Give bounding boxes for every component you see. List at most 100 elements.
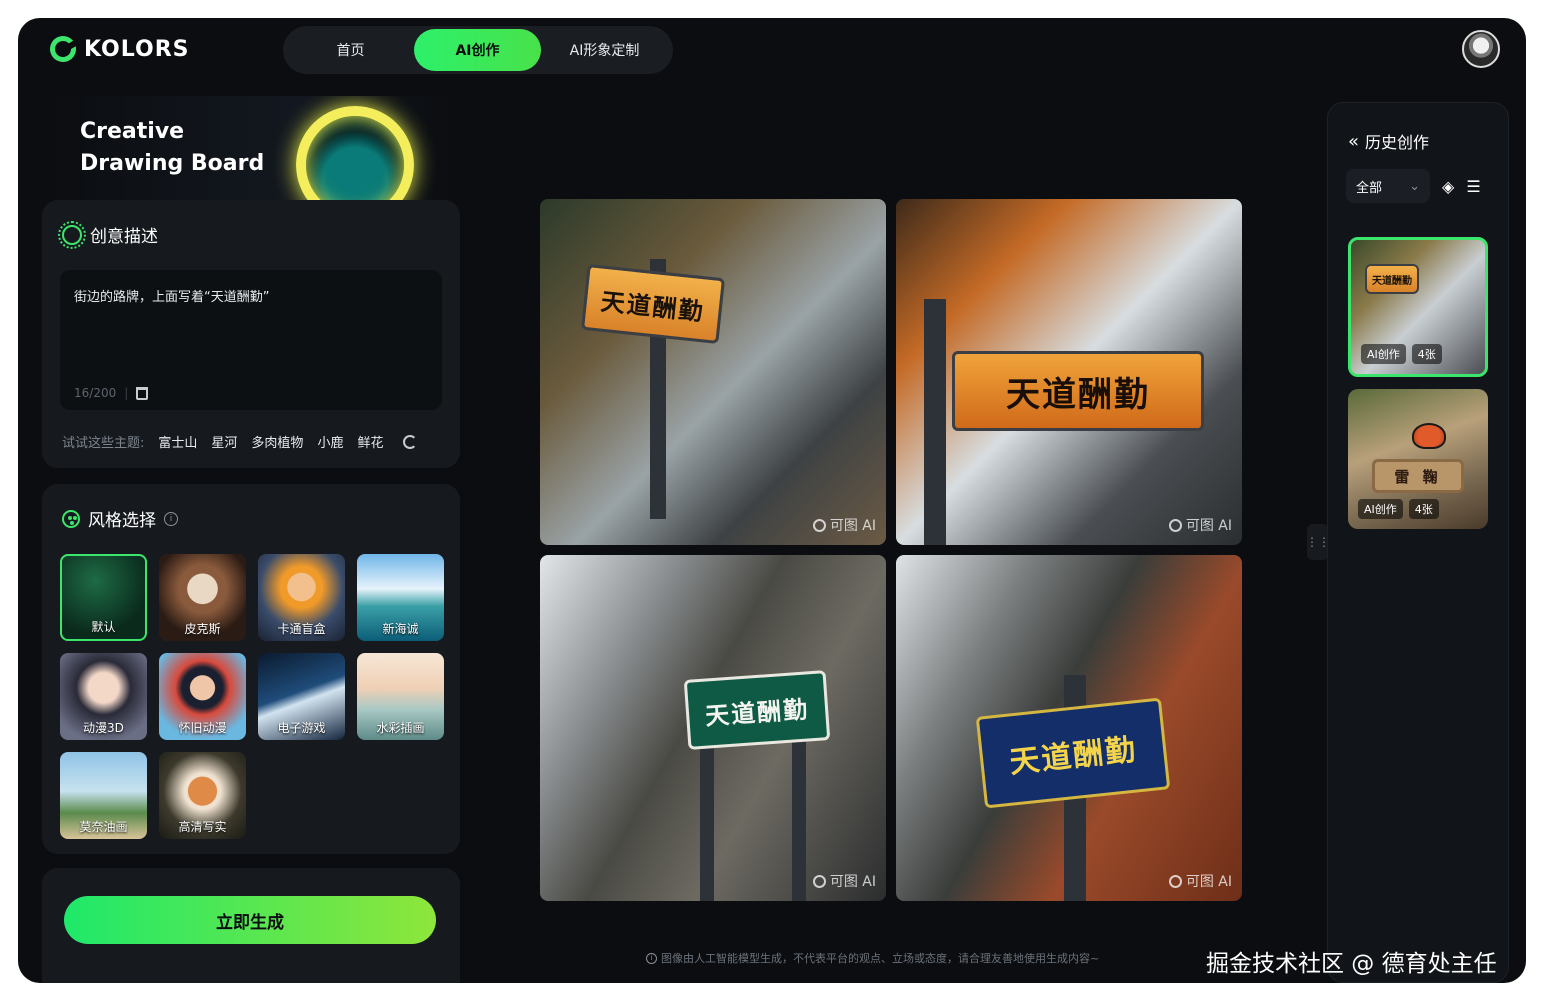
sign-post: [924, 299, 946, 545]
topic-galaxy[interactable]: 星河: [211, 432, 237, 451]
refresh-icon[interactable]: [403, 434, 418, 449]
style-monet[interactable]: 莫奈油画: [60, 752, 147, 839]
history-title: 历史创作: [1365, 133, 1430, 152]
history-item-count: 4张: [1408, 499, 1439, 519]
kolors-logo-icon: [45, 31, 81, 67]
generate-panel: 立即生成: [42, 868, 460, 983]
history-item-type: AI创作: [1358, 499, 1403, 519]
generate-button[interactable]: 立即生成: [64, 896, 436, 944]
list-icon[interactable]: ☰: [1466, 177, 1480, 196]
style-card-header: 风格选择 i: [62, 506, 178, 531]
prompt-text: 街边的路牌，上面写着“天道酬勤”: [74, 290, 270, 305]
history-view-toggles: ◈ ☰: [1442, 177, 1481, 196]
prompt-counter: 16/200 |: [74, 386, 149, 400]
history-thumb-sign: 雷 鞠: [1372, 459, 1464, 493]
style-card-title: 风格选择: [88, 511, 156, 531]
style-photoreal[interactable]: 高清写实: [159, 752, 246, 839]
watermark-text: 可图 AI: [1185, 874, 1232, 890]
style-pixar[interactable]: 皮克斯: [159, 554, 246, 641]
style-blindbox[interactable]: 卡通盲盒: [258, 554, 345, 641]
palette-icon: [62, 509, 80, 528]
style-label: 皮克斯: [184, 622, 221, 636]
char-count: 16/200: [74, 386, 117, 400]
disclaimer: i 图像由人工智能模型生成，不代表平台的观点、立场或态度，请合理友善地使用生成内…: [646, 950, 1099, 966]
watermark: 可图 AI: [1168, 515, 1232, 535]
street-sign: 天道酬勤: [952, 351, 1204, 431]
watermark: 可图 AI: [812, 515, 876, 535]
style-label: 电子游戏: [277, 721, 326, 735]
style-label: 默认: [91, 620, 116, 634]
tab-home[interactable]: 首页: [287, 29, 414, 71]
top-nav: 首页 AI创作 AI形象定制: [283, 26, 673, 74]
trash-icon[interactable]: [136, 386, 149, 400]
creative-board-banner: Creative Drawing Board: [42, 96, 462, 206]
result-image-2[interactable]: 天道酬勤 可图 AI: [896, 199, 1242, 545]
watermark-logo-icon: [812, 874, 826, 888]
ring-graphic: [296, 106, 414, 206]
style-grid: 默认 皮克斯 卡通盲盒 新海诚 动漫3D 怀旧动漫 电子游戏 水彩插画 莫奈油画…: [60, 554, 444, 839]
tab-ai-create[interactable]: AI创作: [414, 29, 541, 71]
sign-post: [700, 725, 714, 901]
history-filter-select[interactable]: 全部 ⌄: [1346, 169, 1430, 203]
user-avatar[interactable]: [1462, 30, 1500, 68]
history-item-tags: AI创作 4张: [1361, 344, 1442, 364]
layers-icon[interactable]: ◈: [1442, 177, 1454, 196]
watermark: 可图 AI: [1168, 871, 1232, 891]
history-header[interactable]: « 历史创作: [1348, 129, 1429, 153]
prompt-input[interactable]: 街边的路牌，上面写着“天道酬勤” 16/200 |: [60, 270, 442, 410]
brand-logo[interactable]: KOLORS: [45, 31, 190, 67]
collapse-chevrons-icon[interactable]: «: [1348, 131, 1359, 152]
prompt-card: 创意描述 街边的路牌，上面写着“天道酬勤” 16/200 | 试试这些主题: 富…: [42, 200, 460, 468]
style-videogame[interactable]: 电子游戏: [258, 653, 345, 740]
info-icon[interactable]: i: [164, 511, 178, 526]
sun-icon: [58, 220, 86, 249]
watermark: 可图 AI: [812, 871, 876, 891]
topic-fawn[interactable]: 小鹿: [317, 432, 343, 451]
topics-label: 试试这些主题:: [62, 436, 145, 451]
history-item-type: AI创作: [1361, 344, 1406, 364]
watermark-logo-icon: [1168, 874, 1182, 888]
style-label: 莫奈油画: [79, 820, 128, 834]
style-anime3d[interactable]: 动漫3D: [60, 653, 147, 740]
history-thumb-sign: 天道酬勤: [1365, 264, 1419, 294]
street-sign: 天道酬勤: [975, 697, 1171, 809]
history-panel: « 历史创作 全部 ⌄ ◈ ☰ 天道酬勤 AI创作 4张 雷 鞠 AI创作 4张: [1327, 102, 1509, 983]
panel-resize-handle[interactable]: ⋮⋮: [1306, 524, 1330, 560]
result-image-1[interactable]: 天道酬勤 可图 AI: [540, 199, 886, 545]
watermark-text: 可图 AI: [829, 874, 876, 890]
style-shinkai[interactable]: 新海诚: [357, 554, 444, 641]
result-image-4[interactable]: 天道酬勤 可图 AI: [896, 555, 1242, 901]
history-item-count: 4张: [1411, 344, 1442, 364]
site-watermark: 掘金技术社区 @ 德育处主任: [1206, 951, 1497, 977]
prompt-card-title: 创意描述: [90, 227, 158, 247]
style-label: 新海诚: [382, 622, 419, 636]
watermark-logo-icon: [1168, 518, 1182, 532]
topic-flowers[interactable]: 鲜花: [357, 432, 383, 451]
topic-succulent[interactable]: 多肉植物: [251, 432, 303, 451]
chevron-down-icon: ⌄: [1409, 178, 1420, 194]
watermark-text: 可图 AI: [1185, 518, 1232, 534]
ladybug-graphic: [1412, 423, 1446, 449]
style-label: 怀旧动漫: [178, 721, 227, 735]
history-item-tags: AI创作 4张: [1358, 499, 1439, 519]
brand-name: KOLORS: [84, 36, 190, 62]
info-icon: i: [646, 952, 657, 964]
style-label: 水彩插画: [376, 721, 425, 735]
street-sign: 天道酬勤: [580, 263, 726, 345]
style-label: 动漫3D: [83, 721, 124, 735]
style-default[interactable]: 默认: [60, 554, 147, 641]
style-watercolor[interactable]: 水彩插画: [357, 653, 444, 740]
watermark-logo-icon: [812, 518, 826, 532]
style-retro-anime[interactable]: 怀旧动漫: [159, 653, 246, 740]
app-window: KOLORS 首页 AI创作 AI形象定制 Creative Drawing B…: [18, 18, 1526, 983]
history-filter-value: 全部: [1356, 180, 1383, 196]
banner-title: Creative Drawing Board: [80, 119, 265, 176]
disclaimer-text: 图像由人工智能模型生成，不代表平台的观点、立场或态度，请合理友善地使用生成内容~: [661, 952, 1100, 965]
watermark-text: 可图 AI: [829, 518, 876, 534]
history-item[interactable]: 雷 鞠 AI创作 4张: [1348, 389, 1488, 529]
prompt-card-header: 创意描述: [58, 220, 158, 249]
result-image-3[interactable]: 天道酬勤 可图 AI: [540, 555, 886, 901]
topic-fuji[interactable]: 富士山: [158, 432, 197, 451]
history-item[interactable]: 天道酬勤 AI创作 4张: [1348, 237, 1488, 377]
tab-ai-avatar[interactable]: AI形象定制: [541, 29, 668, 71]
